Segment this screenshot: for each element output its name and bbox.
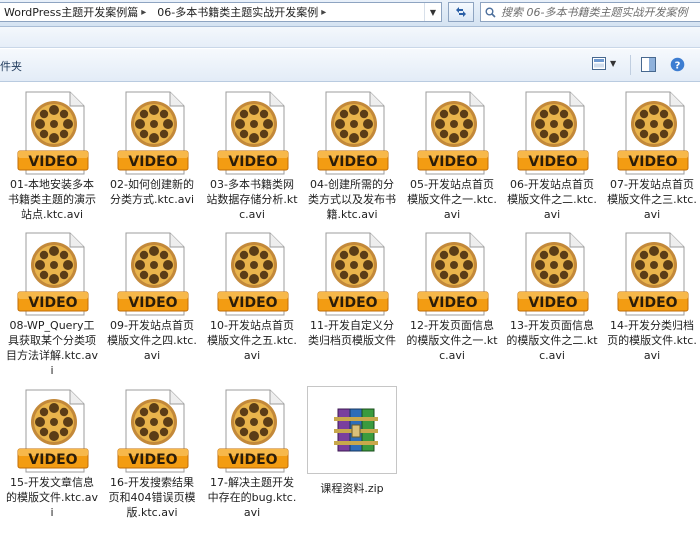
- breadcrumb-label: 06-多本书籍类主题实战开发案例: [157, 6, 319, 19]
- video-file-icon: VIDEO: [212, 229, 292, 317]
- video-file-item[interactable]: VIDEO 08-WP_Query工具获取某个分类项目方法详解.ktc.avi: [4, 229, 100, 378]
- address-dropdown-icon[interactable]: ▼: [424, 3, 441, 21]
- preview-pane-button[interactable]: [641, 57, 656, 75]
- file-name-label: 01-本地安装多本书籍类主题的演示站点.ktc.avi: [8, 178, 96, 221]
- video-badge-label: VIDEO: [528, 154, 577, 170]
- file-name-label: 17-解决主题开发中存在的bug.ktc.avi: [207, 476, 297, 519]
- file-name-label: 07-开发站点首页模版文件之三.ktc.avi: [607, 178, 697, 221]
- video-badge-label: VIDEO: [28, 154, 77, 170]
- video-file-item[interactable]: VIDEO 04-创建所需的分类方式以及发布书籍.ktc.avi: [304, 88, 400, 222]
- video-file-item[interactable]: VIDEO 03-多本书籍类网站数据存储分析.ktc.avi: [204, 88, 300, 222]
- chevron-down-icon[interactable]: ▼: [610, 59, 616, 68]
- address-bar-row: WordPress主题开发案例篇 ▸ 06-多本书籍类主题实战开发案例 ▸ ▼: [0, 0, 700, 27]
- command-bar: 件夹 ▼ ?: [0, 49, 700, 82]
- video-file-item[interactable]: VIDEO 16-开发搜索结果页和404错误页模版.ktc.avi: [104, 386, 200, 520]
- file-name-label: 02-如何创建新的分类方式.ktc.avi: [109, 178, 195, 206]
- video-file-item[interactable]: VIDEO 06-开发站点首页模版文件之二.ktc.avi: [504, 88, 600, 222]
- video-badge-label: VIDEO: [128, 154, 177, 170]
- file-name-label: 12-开发页面信息的模版文件之一.ktc.avi: [406, 319, 498, 362]
- video-badge-label: VIDEO: [428, 295, 477, 311]
- video-file-icon: VIDEO: [412, 88, 492, 176]
- file-name-label: 13-开发页面信息的模版文件之二.ktc.avi: [506, 319, 598, 362]
- file-name-label: 05-开发站点首页模版文件之一.ktc.avi: [407, 178, 497, 221]
- file-name-label: 04-创建所需的分类方式以及发布书籍.ktc.avi: [308, 178, 396, 221]
- video-badge-label: VIDEO: [228, 452, 277, 468]
- video-badge-label: VIDEO: [128, 295, 177, 311]
- video-file-icon: VIDEO: [512, 229, 592, 317]
- video-file-item[interactable]: VIDEO 17-解决主题开发中存在的bug.ktc.avi: [204, 386, 300, 520]
- video-badge-label: VIDEO: [428, 154, 477, 170]
- video-badge-label: VIDEO: [128, 452, 177, 468]
- file-name-label: 10-开发站点首页模版文件之五.ktc.avi: [207, 319, 297, 362]
- video-file-item[interactable]: VIDEO 09-开发站点首页模版文件之四.ktc.avi: [104, 229, 200, 363]
- video-file-icon: VIDEO: [312, 88, 392, 176]
- video-file-icon: VIDEO: [12, 88, 92, 176]
- video-badge-label: VIDEO: [228, 295, 277, 311]
- video-badge-label: VIDEO: [628, 154, 677, 170]
- video-badge-label: VIDEO: [228, 154, 277, 170]
- video-file-item[interactable]: VIDEO 12-开发页面信息的模版文件之一.ktc.avi: [404, 229, 500, 363]
- file-name-label: 11-开发自定义分类归档页模版文件: [308, 319, 396, 347]
- video-file-item[interactable]: VIDEO 15-开发文章信息的模版文件.ktc.avi: [4, 386, 100, 520]
- refresh-button[interactable]: [448, 2, 474, 22]
- file-name-label: 08-WP_Query工具获取某个分类项目方法详解.ktc.avi: [6, 319, 98, 377]
- video-file-icon: VIDEO: [612, 88, 692, 176]
- view-icon: [592, 57, 606, 70]
- file-name-label: 09-开发站点首页模版文件之四.ktc.avi: [107, 319, 197, 362]
- file-name-label: 课程资料.zip: [320, 482, 384, 495]
- file-name-label: 15-开发文章信息的模版文件.ktc.avi: [6, 476, 98, 519]
- video-file-item[interactable]: VIDEO 13-开发页面信息的模版文件之二.ktc.avi: [504, 229, 600, 363]
- breadcrumb-item-current[interactable]: 06-多本书籍类主题实战开发案例 ▸: [153, 3, 333, 21]
- file-list: VIDEO 01-本地安装多本书籍类主题的演示站点.ktc.avi VIDEO …: [0, 84, 700, 533]
- change-view-button[interactable]: ▼: [592, 57, 616, 70]
- video-file-icon: VIDEO: [12, 386, 92, 474]
- archive-file-item[interactable]: 课程资料.zip: [307, 386, 397, 495]
- video-file-item[interactable]: VIDEO 05-开发站点首页模版文件之一.ktc.avi: [404, 88, 500, 222]
- video-badge-label: VIDEO: [528, 295, 577, 311]
- help-icon: ?: [670, 57, 685, 72]
- folder-label: 件夹: [0, 60, 22, 73]
- video-file-icon: VIDEO: [312, 229, 392, 317]
- menu-bar: [0, 27, 700, 48]
- video-file-item[interactable]: VIDEO 01-本地安装多本书籍类主题的演示站点.ktc.avi: [4, 88, 100, 222]
- video-file-item[interactable]: VIDEO 07-开发站点首页模版文件之三.ktc.avi: [604, 88, 700, 222]
- video-file-icon: VIDEO: [512, 88, 592, 176]
- video-badge-label: VIDEO: [28, 295, 77, 311]
- video-file-item[interactable]: VIDEO 14-开发分类归档页的模版文件.ktc.avi: [604, 229, 700, 363]
- preview-pane-icon: [641, 57, 656, 72]
- video-file-icon: VIDEO: [612, 229, 692, 317]
- video-file-item[interactable]: VIDEO 11-开发自定义分类归档页模版文件: [304, 229, 400, 348]
- file-name-label: 14-开发分类归档页的模版文件.ktc.avi: [607, 319, 697, 362]
- video-file-item[interactable]: VIDEO 02-如何创建新的分类方式.ktc.avi: [104, 88, 200, 207]
- svg-text:?: ?: [675, 60, 681, 71]
- video-file-icon: VIDEO: [112, 386, 192, 474]
- chevron-right-icon[interactable]: ▸: [138, 7, 149, 18]
- video-badge-label: VIDEO: [328, 154, 377, 170]
- breadcrumb-label: WordPress主题开发案例篇: [4, 6, 139, 19]
- file-name-label: 16-开发搜索结果页和404错误页模版.ktc.avi: [108, 476, 196, 519]
- refresh-icon: [456, 7, 466, 17]
- video-file-icon: VIDEO: [212, 88, 292, 176]
- video-file-icon: VIDEO: [112, 229, 192, 317]
- video-file-item[interactable]: VIDEO 10-开发站点首页模版文件之五.ktc.avi: [204, 229, 300, 363]
- video-file-icon: VIDEO: [112, 88, 192, 176]
- file-name-label: 03-多本书籍类网站数据存储分析.ktc.avi: [206, 178, 298, 221]
- video-file-icon: VIDEO: [212, 386, 292, 474]
- chevron-right-icon[interactable]: ▸: [318, 7, 329, 18]
- toolbar-divider: [630, 55, 631, 75]
- video-file-icon: VIDEO: [12, 229, 92, 317]
- video-badge-label: VIDEO: [628, 295, 677, 311]
- breadcrumb-item-parent[interactable]: WordPress主题开发案例篇 ▸: [0, 3, 153, 21]
- winrar-archive-icon: [312, 387, 392, 475]
- video-badge-label: VIDEO: [28, 452, 77, 468]
- search-box[interactable]: [480, 2, 700, 22]
- video-badge-label: VIDEO: [328, 295, 377, 311]
- video-file-icon: VIDEO: [412, 229, 492, 317]
- breadcrumb[interactable]: WordPress主题开发案例篇 ▸ 06-多本书籍类主题实战开发案例 ▸ ▼: [0, 2, 442, 22]
- file-name-label: 06-开发站点首页模版文件之二.ktc.avi: [507, 178, 597, 221]
- search-icon: [481, 7, 499, 18]
- search-input[interactable]: [499, 4, 699, 20]
- help-button[interactable]: ?: [670, 57, 685, 75]
